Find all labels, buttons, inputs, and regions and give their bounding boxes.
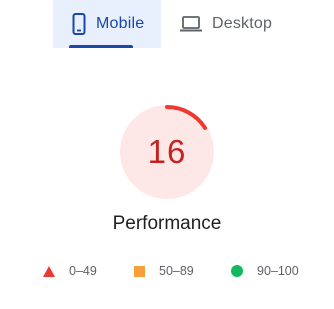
tab-desktop-label: Desktop (212, 15, 273, 32)
gauge-title: Performance (112, 213, 222, 234)
device-tabs: Mobile Desktop (53, 0, 273, 48)
legend-item-average: 50–89 (134, 264, 194, 278)
page-root: Mobile Desktop 16 Performance 0–49 50–89 (0, 0, 334, 309)
performance-score: 16 (147, 133, 187, 170)
performance-gauge: 16 (118, 103, 216, 201)
tab-mobile[interactable]: Mobile (53, 0, 161, 48)
circle-icon (231, 265, 243, 277)
triangle-icon (43, 265, 55, 277)
smartphone-icon (72, 13, 86, 35)
legend-range-average: 50–89 (159, 264, 194, 278)
tab-desktop[interactable]: Desktop (161, 0, 273, 48)
square-icon (134, 265, 145, 277)
legend-range-pass: 90–100 (257, 264, 299, 278)
legend-item-pass: 90–100 (231, 264, 299, 278)
legend-item-fail: 0–49 (43, 264, 97, 278)
tab-mobile-label: Mobile (96, 15, 145, 32)
legend-range-fail: 0–49 (69, 264, 97, 278)
laptop-icon (180, 16, 202, 32)
